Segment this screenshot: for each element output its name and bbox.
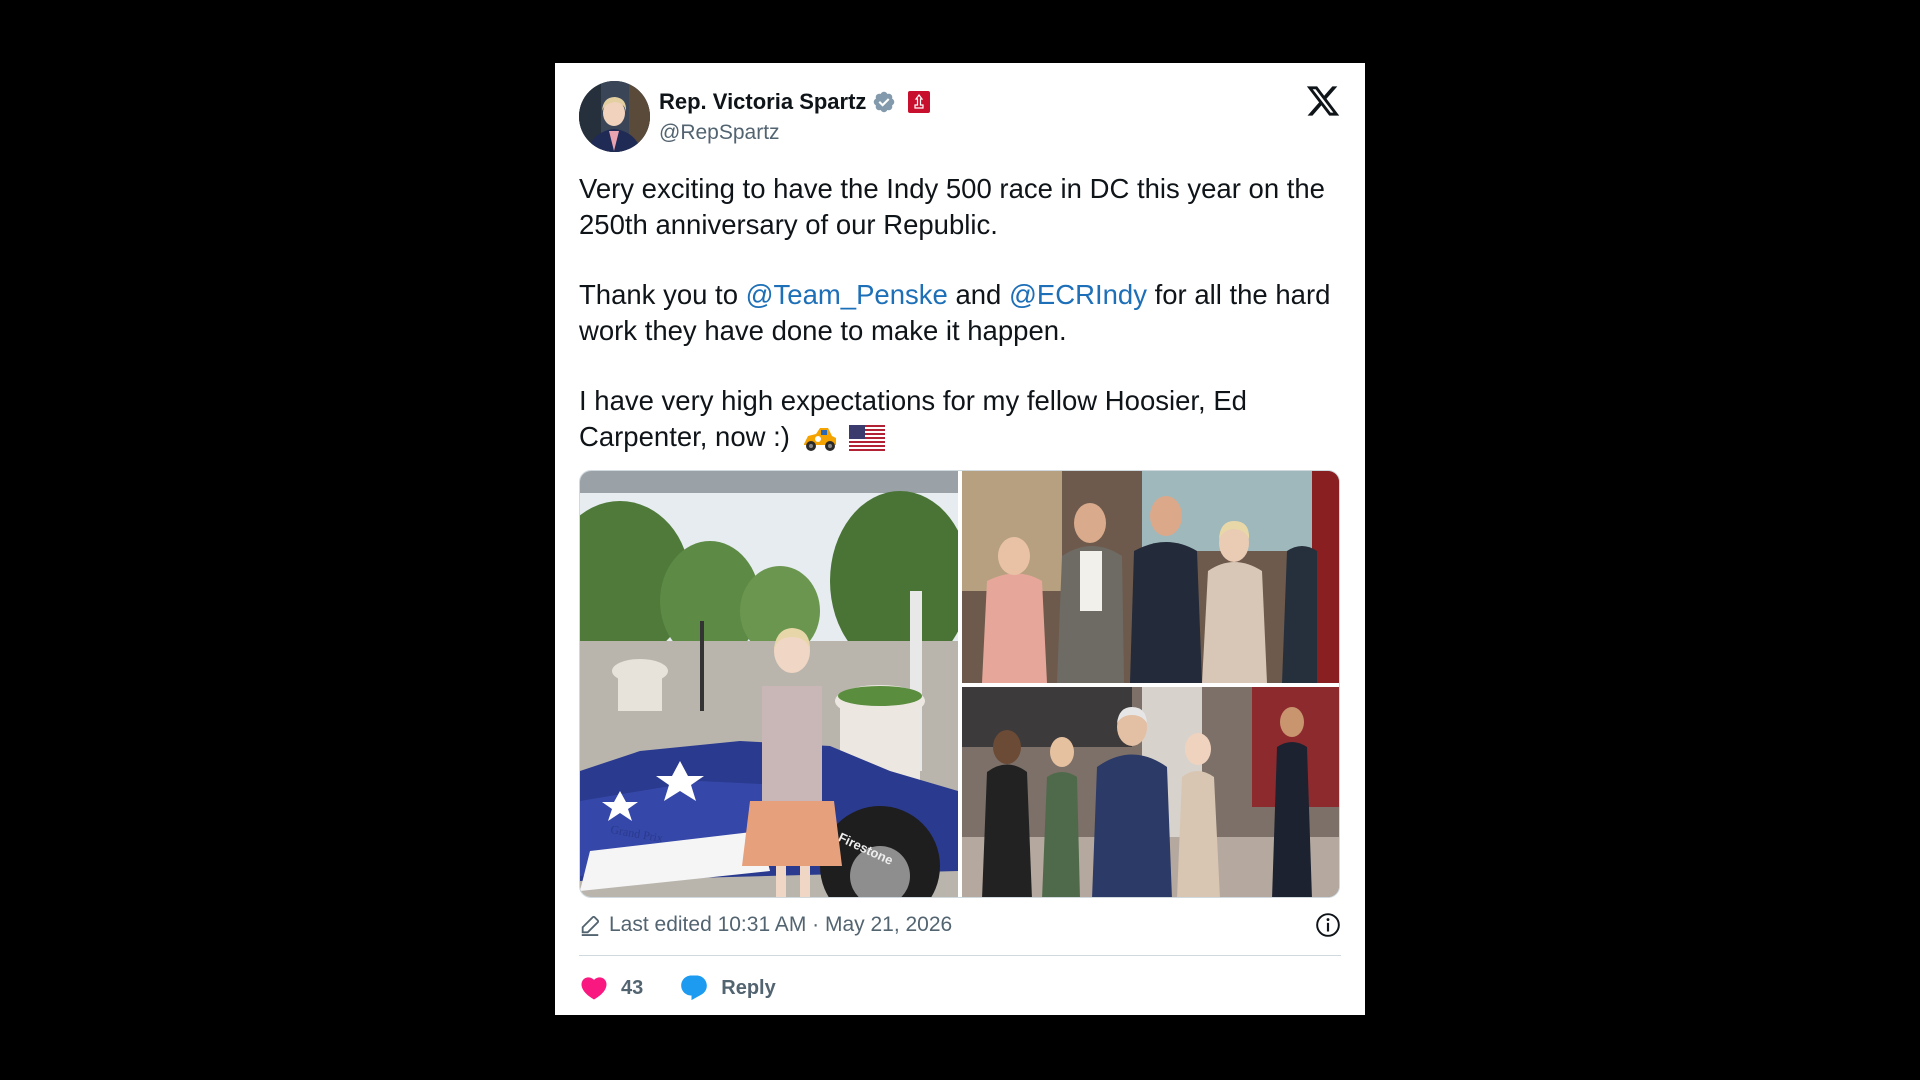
media-photo-reception[interactable] xyxy=(962,687,1339,897)
tweet-meta: Last edited 10:31 AM · May 21, 2026 xyxy=(579,910,1341,940)
tweet-header: Rep. Victoria Spartz @RepSpartz xyxy=(579,81,1341,153)
author-name-row: Rep. Victoria Spartz xyxy=(659,89,931,115)
edit-pencil-icon xyxy=(581,915,600,936)
media-photo-race-car[interactable]: Firestone Grand Prix xyxy=(580,471,958,897)
tweet-text-segment: and xyxy=(947,279,1009,310)
reception-photo xyxy=(962,687,1339,897)
tweet-embed-card: Rep. Victoria Spartz @RepSpartz Very exc… xyxy=(555,63,1365,1015)
author-handle[interactable]: @RepSpartz xyxy=(659,121,780,145)
reply-button[interactable]: Reply xyxy=(679,973,776,1003)
tweet-paragraph-3: I have very high expectations for my fel… xyxy=(579,383,1349,455)
mention-ecrindy[interactable]: @ECRIndy xyxy=(1009,279,1147,310)
tweet-actions: 43 Reply xyxy=(579,968,776,1008)
last-edited-timestamp[interactable]: Last edited 10:31 AM · May 21, 2026 xyxy=(609,913,952,937)
avatar[interactable] xyxy=(579,81,650,152)
author-name[interactable]: Rep. Victoria Spartz xyxy=(659,89,866,115)
reply-bubble-icon xyxy=(681,975,708,1001)
tweet-media-grid: Firestone Grand Prix xyxy=(579,470,1340,898)
avatar-photo xyxy=(579,81,650,152)
us-flag-emoji-icon xyxy=(849,425,886,451)
x-logo-icon[interactable] xyxy=(1305,83,1341,119)
racing-car-emoji-icon xyxy=(803,428,836,451)
heart-icon xyxy=(581,977,607,1000)
like-button[interactable]: 43 xyxy=(579,973,643,1003)
verified-badge-icon xyxy=(874,91,895,113)
government-badge-icon xyxy=(908,91,931,113)
reply-label: Reply xyxy=(721,976,776,999)
race-car-photo: Firestone Grand Prix xyxy=(580,471,958,897)
like-count: 43 xyxy=(621,976,644,999)
tweet-text: Very exciting to have the Indy 500 race … xyxy=(579,171,1349,455)
tweet-paragraph-1: Very exciting to have the Indy 500 race … xyxy=(579,173,1325,240)
media-photo-group[interactable] xyxy=(962,471,1339,683)
tweet-paragraph-2: Thank you to @Team_Penske and @ECRIndy f… xyxy=(579,277,1349,349)
divider xyxy=(579,955,1341,956)
group-photo xyxy=(962,471,1339,683)
mention-team-penske[interactable]: @Team_Penske xyxy=(746,279,948,310)
tweet-text-segment: Thank you to xyxy=(579,279,746,310)
info-icon[interactable] xyxy=(1315,912,1341,938)
tweet-text-segment: I have very high expectations for my fel… xyxy=(579,385,1247,452)
